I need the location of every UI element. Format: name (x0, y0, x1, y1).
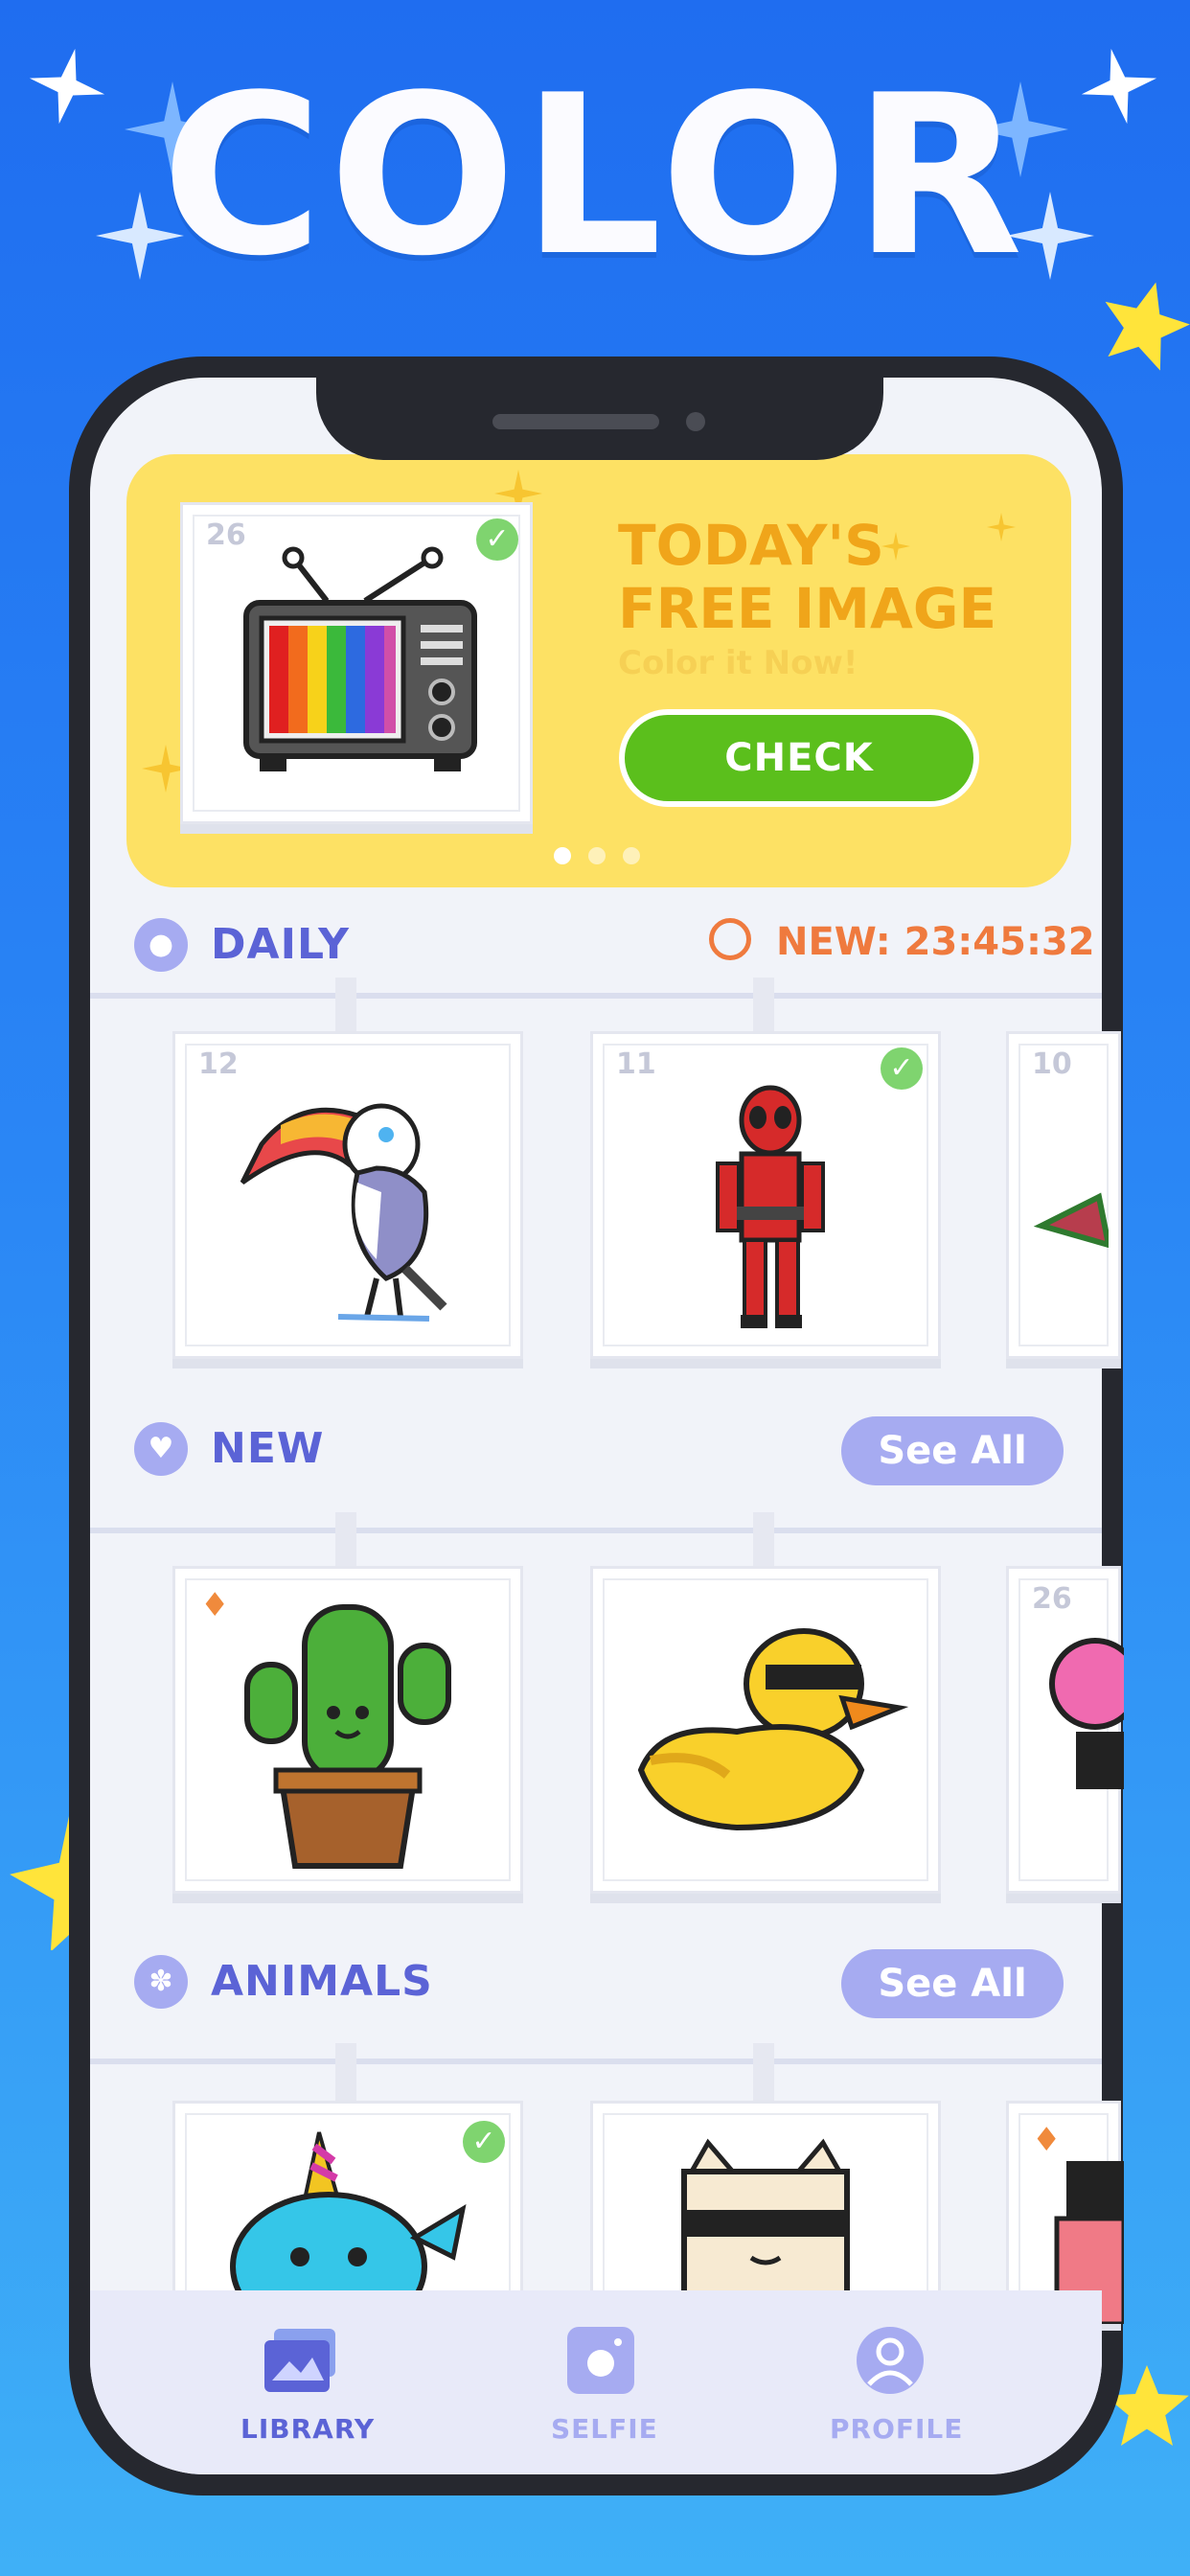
clip (335, 1512, 356, 1572)
animals-card-narwhal[interactable]: ✓ (172, 2101, 523, 2321)
cat-artwork (681, 2138, 850, 2311)
animals-card-cat[interactable] (590, 2101, 941, 2321)
fire-icon: ♦ (200, 1586, 230, 1624)
clip (753, 1512, 774, 1572)
banner-image-card[interactable]: 26 ✓ (180, 502, 533, 824)
watermelon-artwork (1033, 1192, 1109, 1249)
paw-icon: ✽ (134, 1955, 188, 2009)
shelf-divider (90, 993, 1102, 999)
shelf-divider (90, 2058, 1102, 2064)
carousel-dot[interactable] (554, 847, 571, 864)
image-number: 11 (616, 1047, 656, 1081)
star-icon (1105, 282, 1190, 371)
tv-artwork (243, 546, 477, 771)
daily-card-deadpool[interactable]: 11 ✓ (590, 1031, 941, 1359)
new-card-cactus[interactable]: ♦ (172, 1566, 523, 1894)
section-title-daily: DAILY (211, 920, 350, 969)
daily-card-toucan[interactable]: 12 (172, 1031, 523, 1359)
clip (753, 978, 774, 1037)
cactus-artwork (244, 1604, 451, 1869)
carousel-dots (554, 847, 650, 864)
clip (335, 978, 356, 1037)
daily-card-watermelon[interactable]: 10 (1006, 1031, 1121, 1359)
see-all-new-button[interactable]: See All (841, 1416, 1064, 1485)
narwhal-artwork (230, 2131, 467, 2314)
daily-timer: NEW: 23:45:32 (776, 920, 1095, 964)
hero-title: COLOR (161, 49, 1029, 305)
toucan-artwork (240, 1103, 447, 1322)
clip (335, 2043, 356, 2103)
heart-icon: ♥ (134, 1422, 188, 1476)
section-title-animals: ANIMALS (211, 1957, 433, 2006)
library-icon (264, 2329, 335, 2392)
completed-check-icon: ✓ (881, 1047, 923, 1090)
section-title-new: NEW (211, 1424, 325, 1473)
completed-check-icon: ✓ (476, 518, 518, 561)
deadpool-artwork (716, 1085, 825, 1328)
tab-label-library: LIBRARY (240, 2413, 376, 2445)
duck-artwork (637, 1628, 909, 1831)
profile-icon (857, 2327, 924, 2394)
shelf-divider (90, 1528, 1102, 1533)
check-button[interactable]: CHECK (619, 709, 979, 807)
banner-title: TODAY'S FREE IMAGE (618, 513, 997, 641)
new-card-duck[interactable] (590, 1566, 941, 1894)
carousel-dot[interactable] (588, 847, 606, 864)
clip (753, 2043, 774, 2103)
speaker (492, 414, 659, 429)
carousel-dot[interactable] (623, 847, 640, 864)
front-camera (686, 412, 705, 431)
flower-artwork (1049, 1638, 1124, 1789)
camera-icon (567, 2327, 634, 2394)
clock-icon (709, 918, 751, 960)
tab-label-profile: PROFILE (830, 2413, 964, 2445)
image-number: 12 (198, 1047, 239, 1081)
tab-label-selfie: SELFIE (551, 2413, 658, 2445)
image-number: 26 (1032, 1582, 1072, 1616)
new-card-flower[interactable]: 26 (1006, 1566, 1124, 1894)
banner-subtitle: Color it Now! (618, 644, 858, 682)
see-all-animals-button[interactable]: See All (841, 1949, 1064, 2018)
drop-icon: ● (134, 918, 188, 972)
animals-card-partial[interactable]: ♦ (1006, 2101, 1124, 2324)
image-number: 10 (1032, 1047, 1072, 1081)
